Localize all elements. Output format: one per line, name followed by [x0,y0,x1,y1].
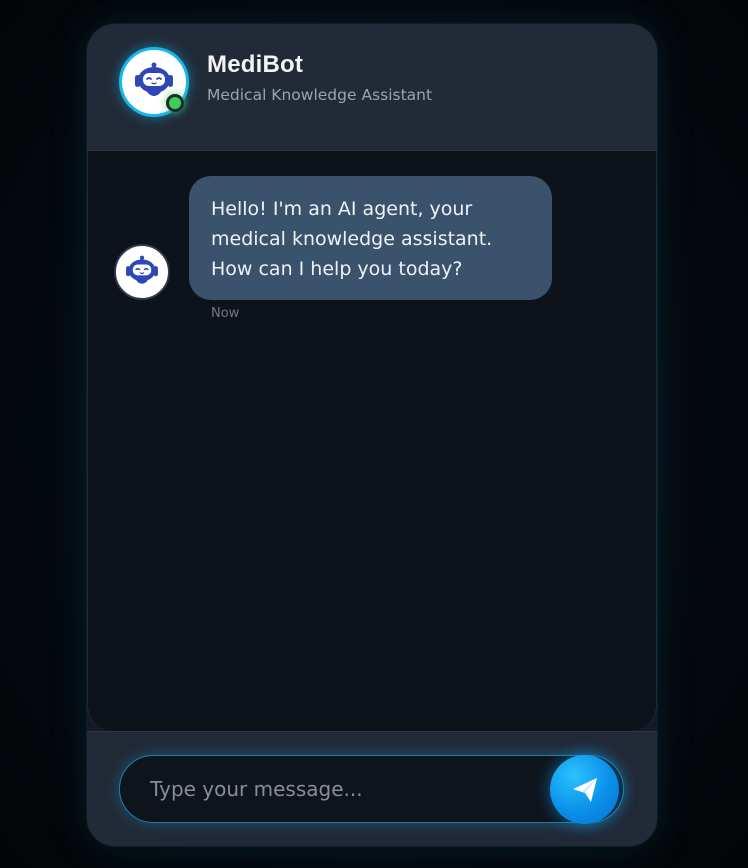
bot-subtitle: Medical Knowledge Assistant [207,86,433,104]
online-status-dot [166,94,184,112]
send-button[interactable] [550,755,619,824]
message-avatar [114,244,170,300]
message-input[interactable] [150,756,530,822]
paper-plane-icon [572,777,597,802]
bot-message-bubble: Hello! I'm an AI agent, your medical kno… [189,176,552,300]
chat-header: MediBot Medical Knowledge Assistant [87,24,657,151]
robot-icon [126,255,158,284]
message-timestamp: Now [211,306,240,321]
chat-window: MediBot Medical Knowledge Assistant Hell… [87,24,657,846]
message-list[interactable]: Hello! I'm an AI agent, your medical kno… [87,151,657,731]
bot-name: MediBot [207,51,304,78]
composer [87,731,657,846]
message-input-wrapper [119,755,624,824]
